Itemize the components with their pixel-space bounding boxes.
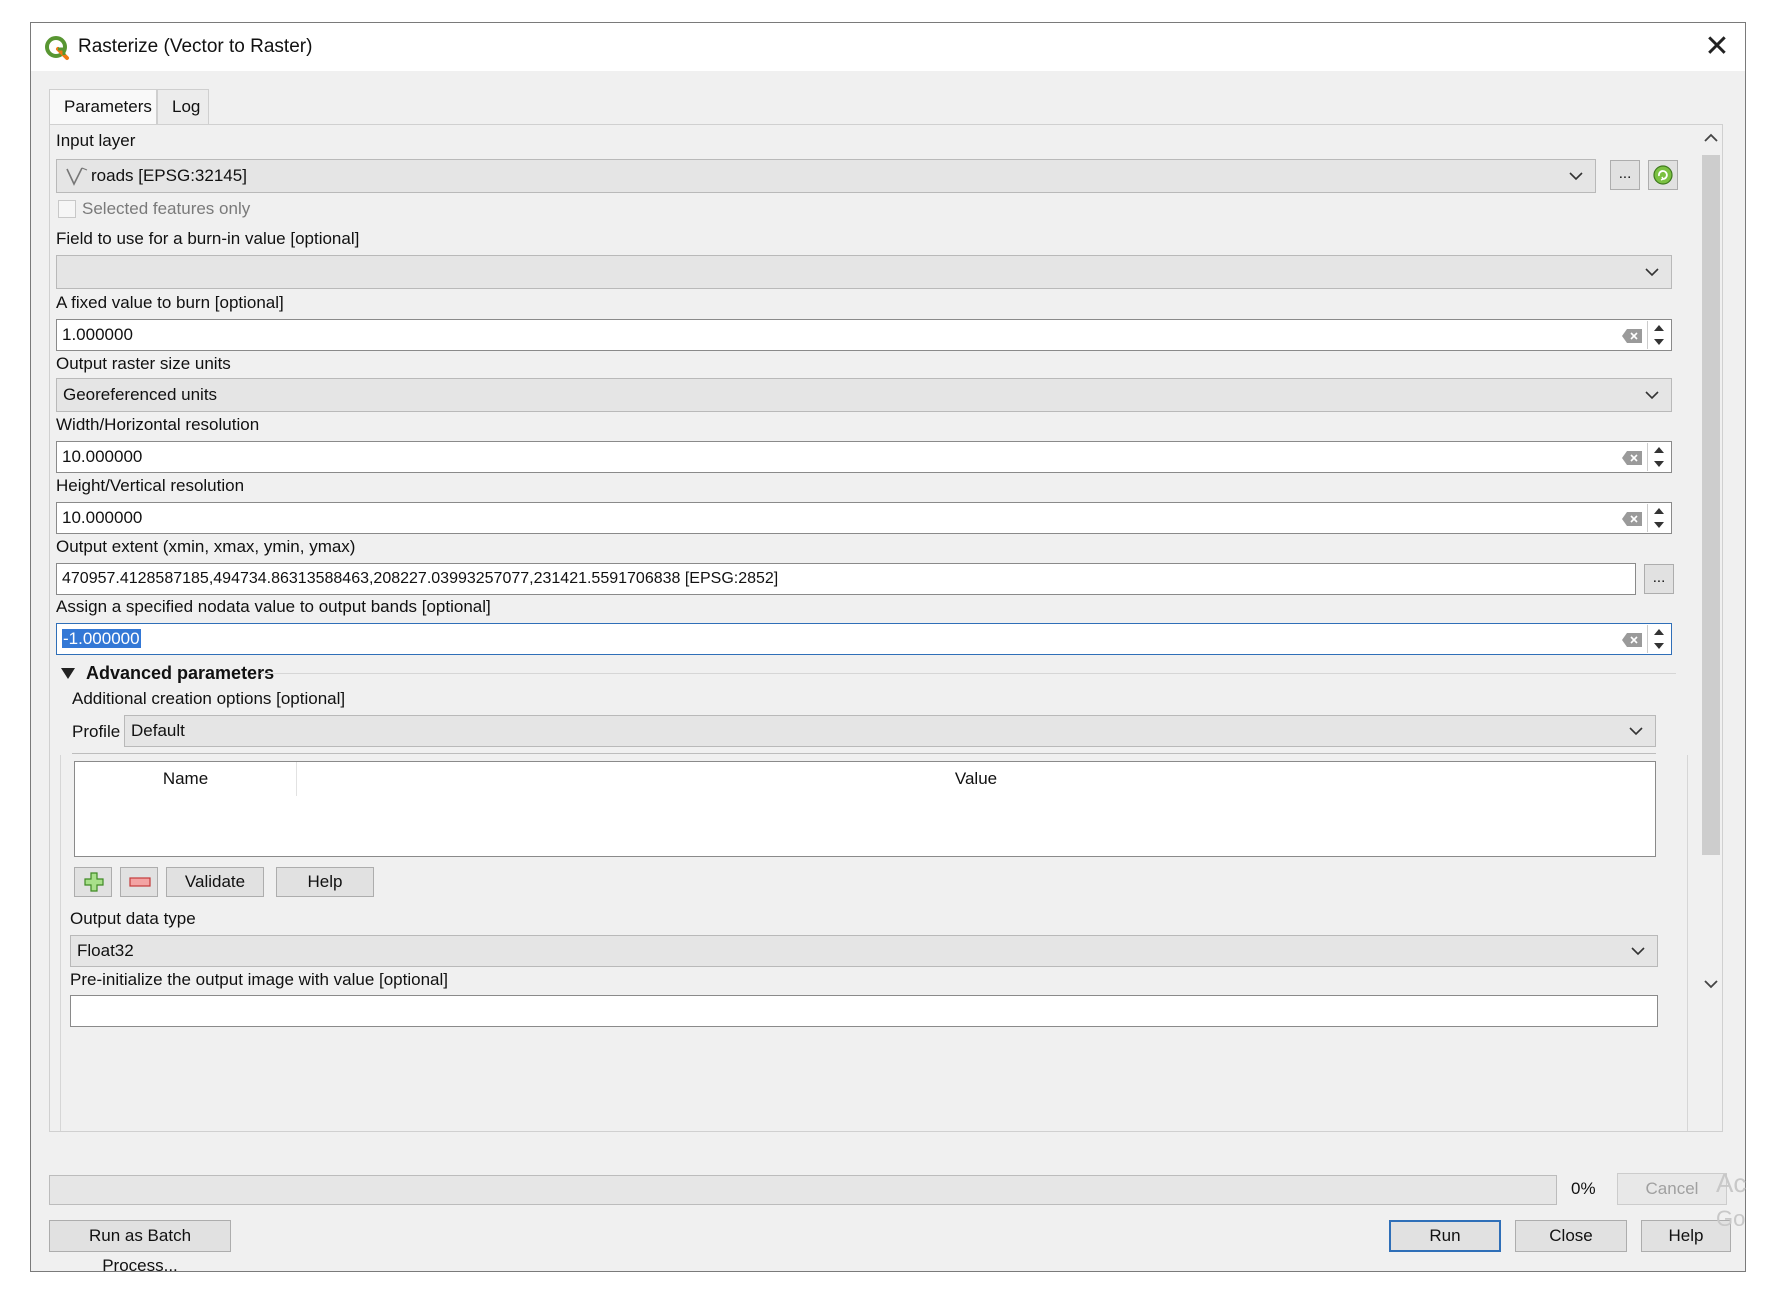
profile-label: Profile bbox=[72, 722, 121, 741]
nodata-label: Assign a specified nodata value to outpu… bbox=[56, 597, 491, 616]
units-combo[interactable]: Georeferenced units bbox=[56, 378, 1672, 412]
width-res-label: Width/Horizontal resolution bbox=[56, 415, 260, 434]
column-header-value[interactable]: Value bbox=[297, 762, 1655, 796]
plus-icon bbox=[84, 872, 104, 892]
run-button[interactable]: Run bbox=[1389, 1220, 1501, 1252]
activation-watermark-line1: Ac bbox=[1716, 1168, 1747, 1198]
close-button[interactable]: Close bbox=[1515, 1220, 1627, 1252]
input-layer-value: roads [EPSG:32145] bbox=[91, 166, 247, 185]
preinit-label: Pre-initialize the output image with val… bbox=[70, 970, 448, 989]
chevron-down-icon bbox=[1645, 391, 1659, 400]
input-layer-combo[interactable]: roads [EPSG:32145] bbox=[56, 159, 1596, 193]
close-window-icon[interactable]: ✕ bbox=[1697, 27, 1737, 67]
extent-browse-button[interactable]: ... bbox=[1644, 564, 1674, 594]
activation-watermark-line2: Go bbox=[1716, 1206, 1746, 1231]
selected-features-label: Selected features only bbox=[82, 199, 251, 218]
batch-process-button[interactable]: Run as Batch Process... bbox=[49, 1220, 231, 1275]
qgis-logo-icon bbox=[45, 36, 69, 60]
height-res-spinner[interactable] bbox=[1647, 504, 1669, 532]
preinit-field[interactable] bbox=[70, 995, 1658, 1027]
parameters-panel: Input layer roads [EPSG:32145] ... Selec… bbox=[49, 124, 1723, 1132]
chevron-down-icon bbox=[1629, 727, 1643, 736]
vertical-scrollbar[interactable] bbox=[1700, 125, 1722, 1131]
collapse-triangle-icon bbox=[61, 668, 75, 679]
selected-features-checkbox[interactable] bbox=[58, 200, 76, 218]
advanced-toggle[interactable]: Advanced parameters bbox=[60, 659, 285, 687]
creation-options-table[interactable]: Name Value bbox=[74, 761, 1656, 857]
units-label: Output raster size units bbox=[56, 354, 231, 373]
tab-parameters[interactable]: Parameters bbox=[49, 89, 157, 126]
minus-icon bbox=[129, 877, 151, 887]
width-res-spinner[interactable] bbox=[1647, 443, 1669, 471]
fixed-value-label: A fixed value to burn [optional] bbox=[56, 293, 284, 312]
nodata-text: -1.000000 bbox=[62, 629, 141, 648]
chevron-down-icon bbox=[1569, 172, 1583, 181]
separator-line bbox=[72, 753, 1656, 754]
units-value: Georeferenced units bbox=[63, 385, 218, 404]
chevron-down-icon bbox=[1645, 268, 1659, 277]
height-res-field[interactable]: 10.000000 bbox=[56, 502, 1672, 534]
extent-label: Output extent (xmin, xmax, ymin, ymax) bbox=[56, 537, 356, 556]
width-res-text: 10.000000 bbox=[62, 447, 143, 466]
advanced-header: Advanced parameters bbox=[86, 662, 275, 683]
data-type-label: Output data type bbox=[70, 909, 196, 928]
clear-icon[interactable] bbox=[1621, 450, 1643, 466]
nodata-field[interactable]: -1.000000 bbox=[56, 623, 1672, 655]
remove-option-button[interactable] bbox=[120, 867, 158, 897]
burn-field-combo[interactable] bbox=[56, 255, 1672, 289]
scroll-down-icon[interactable] bbox=[1703, 977, 1719, 991]
clear-icon[interactable] bbox=[1621, 328, 1643, 344]
title-bar: Rasterize (Vector to Raster) ✕ bbox=[31, 23, 1745, 71]
data-type-value: Float32 bbox=[77, 941, 134, 960]
scrollbar-thumb[interactable] bbox=[1702, 155, 1720, 855]
table-help-button[interactable]: Help bbox=[276, 867, 374, 897]
fixed-value-text: 1.000000 bbox=[62, 325, 133, 344]
burn-field-label: Field to use for a burn-in value [option… bbox=[56, 229, 360, 248]
width-res-field[interactable]: 10.000000 bbox=[56, 441, 1672, 473]
scroll-up-icon[interactable] bbox=[1703, 131, 1719, 145]
progress-percent: 0% bbox=[1571, 1179, 1596, 1198]
validate-button[interactable]: Validate bbox=[166, 867, 264, 897]
cancel-button[interactable]: Cancel bbox=[1617, 1173, 1727, 1205]
fixed-value-field[interactable]: 1.000000 bbox=[56, 319, 1672, 351]
extent-text: 470957.4128587185,494734.86313588463,208… bbox=[62, 570, 779, 587]
height-res-text: 10.000000 bbox=[62, 508, 143, 527]
group-divider bbox=[260, 673, 1676, 674]
input-layer-browse-button[interactable]: ... bbox=[1610, 160, 1640, 190]
nodata-spinner[interactable] bbox=[1647, 625, 1669, 653]
iterate-icon bbox=[1653, 165, 1673, 185]
iterate-layer-button[interactable] bbox=[1648, 160, 1678, 190]
profile-combo[interactable]: Default bbox=[124, 715, 1656, 747]
extent-field[interactable]: 470957.4128587185,494734.86313588463,208… bbox=[56, 563, 1636, 595]
fixed-value-spinner[interactable] bbox=[1647, 321, 1669, 349]
height-res-label: Height/Vertical resolution bbox=[56, 476, 245, 495]
window-title: Rasterize (Vector to Raster) bbox=[78, 36, 313, 57]
input-layer-label: Input layer bbox=[56, 131, 136, 150]
progress-bar bbox=[49, 1175, 1557, 1205]
clear-icon[interactable] bbox=[1621, 632, 1643, 648]
line-layer-icon bbox=[66, 167, 88, 186]
tab-log[interactable]: Log bbox=[157, 89, 209, 125]
chevron-down-icon bbox=[1631, 947, 1645, 956]
clear-icon[interactable] bbox=[1621, 511, 1643, 527]
dialog-window: Rasterize (Vector to Raster) ✕ Parameter… bbox=[30, 22, 1746, 1275]
profile-value: Default bbox=[131, 721, 185, 740]
column-header-name[interactable]: Name bbox=[75, 762, 297, 796]
data-type-combo[interactable]: Float32 bbox=[70, 935, 1658, 967]
add-option-button[interactable] bbox=[74, 867, 112, 897]
creation-options-label: Additional creation options [optional] bbox=[72, 689, 346, 708]
